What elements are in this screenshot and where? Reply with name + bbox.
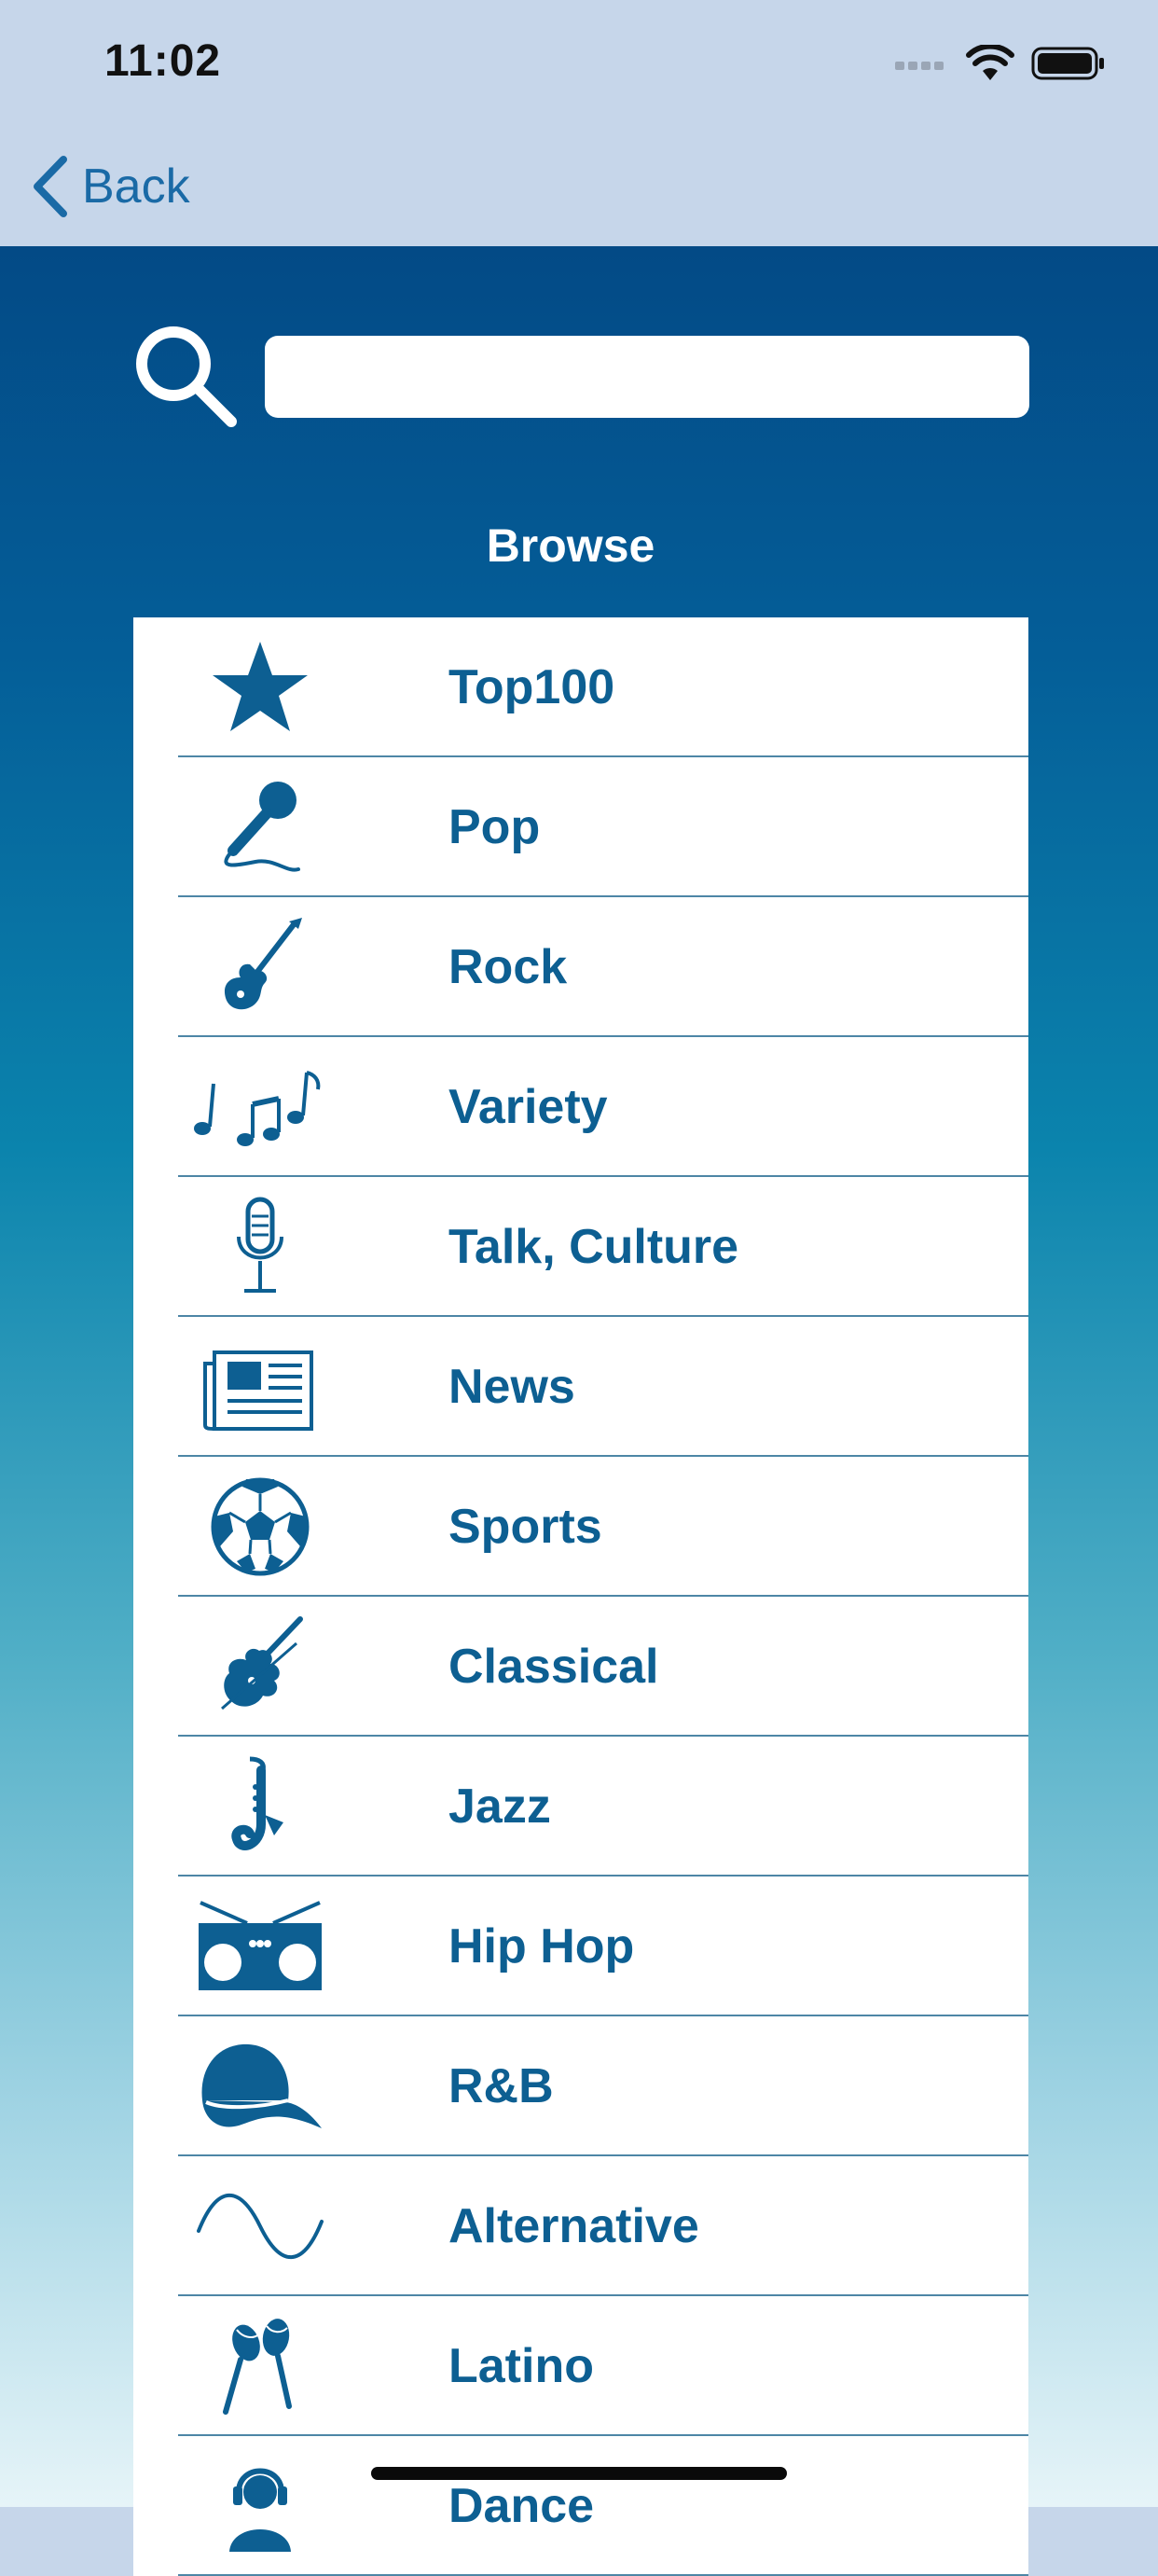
cap-icon xyxy=(191,2035,329,2138)
soccer-ball-icon xyxy=(191,1475,329,1578)
genre-row-talk-culture[interactable]: Talk, Culture xyxy=(133,1177,1028,1317)
genre-row-classical[interactable]: Classical xyxy=(133,1597,1028,1737)
genre-label: Hip Hop xyxy=(448,1919,635,1974)
boombox-icon xyxy=(191,1895,329,1998)
search-icon[interactable] xyxy=(131,321,241,431)
music-notes-icon xyxy=(191,1056,329,1158)
saxophone-icon xyxy=(191,1755,329,1858)
microphone-icon xyxy=(191,776,329,879)
genre-row-jazz[interactable]: Jazz xyxy=(133,1737,1028,1877)
genre-row-rnb[interactable]: R&B xyxy=(133,2016,1028,2156)
genre-label: Pop xyxy=(448,800,541,854)
genre-label: Sports xyxy=(448,1500,602,1554)
wifi-icon xyxy=(966,45,1014,80)
electric-guitar-icon xyxy=(191,916,329,1018)
violin-icon xyxy=(191,1615,329,1718)
chevron-left-icon xyxy=(34,156,67,217)
battery-icon xyxy=(1031,47,1104,80)
newspaper-icon xyxy=(191,1336,329,1438)
browse-title: Browse xyxy=(486,519,655,572)
navigation-bar: Back xyxy=(0,131,1158,246)
genre-row-variety[interactable]: Variety xyxy=(133,1037,1028,1177)
genre-label: Top100 xyxy=(448,660,615,714)
genre-row-pop[interactable]: Pop xyxy=(133,757,1028,897)
dj-headphones-icon xyxy=(191,2455,329,2557)
sine-wave-icon xyxy=(191,2175,329,2278)
genre-row-top100[interactable]: Top100 xyxy=(133,617,1028,757)
genre-label: Classical xyxy=(448,1640,659,1694)
genre-label: Dance xyxy=(448,2479,595,2533)
genre-row-sports[interactable]: Sports xyxy=(133,1457,1028,1597)
genre-label: Latino xyxy=(448,2339,594,2393)
search-input[interactable] xyxy=(265,336,1029,418)
genre-row-hip-hop[interactable]: Hip Hop xyxy=(133,1877,1028,2016)
genre-label: Jazz xyxy=(448,1780,551,1834)
genre-label: Variety xyxy=(448,1080,608,1134)
genre-label: Talk, Culture xyxy=(448,1220,739,1274)
genre-label: News xyxy=(448,1360,575,1414)
status-time: 11:02 xyxy=(104,36,222,86)
status-icons xyxy=(893,37,1106,90)
cellular-signal-icon xyxy=(895,62,944,70)
podcast-mic-icon xyxy=(191,1196,329,1298)
star-icon xyxy=(191,636,329,739)
genre-row-rock[interactable]: Rock xyxy=(133,897,1028,1037)
main-content: Browse Top100 Pop Rock Variety Talk, Cul… xyxy=(0,246,1158,2576)
genre-label: R&B xyxy=(448,2059,554,2113)
back-label: Back xyxy=(82,159,190,214)
genre-list: Top100 Pop Rock Variety Talk, Culture Ne… xyxy=(133,617,1028,2576)
maracas-icon xyxy=(191,2315,329,2417)
back-button[interactable]: Back xyxy=(32,153,190,220)
genre-row-latino[interactable]: Latino xyxy=(133,2296,1028,2436)
status-bar: 11:02 xyxy=(0,0,1158,131)
genre-label: Alternative xyxy=(448,2199,699,2253)
home-indicator[interactable] xyxy=(371,2467,787,2480)
genre-label: Rock xyxy=(448,940,568,994)
genre-row-dance[interactable]: Dance xyxy=(133,2436,1028,2576)
genre-row-alternative[interactable]: Alternative xyxy=(133,2156,1028,2296)
genre-row-news[interactable]: News xyxy=(133,1317,1028,1457)
